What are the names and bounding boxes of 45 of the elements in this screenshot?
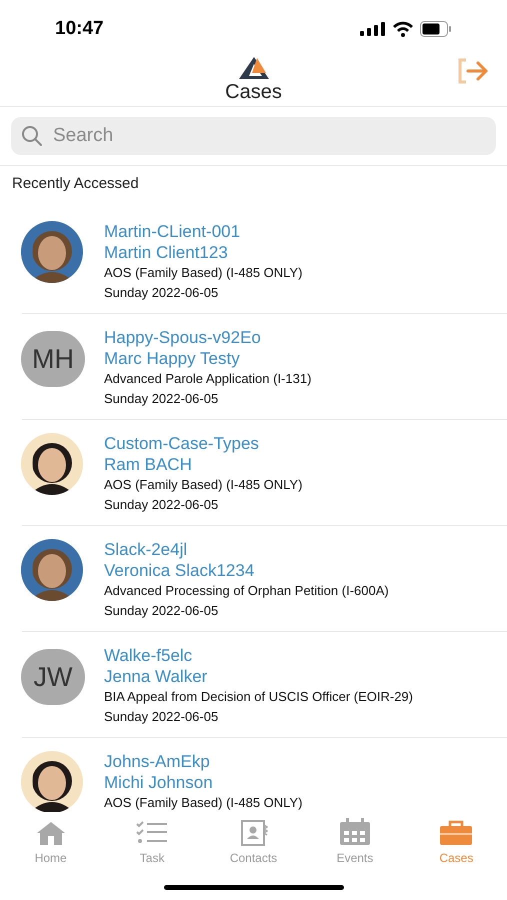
calendar-icon <box>338 818 371 846</box>
initials-avatar: JW <box>21 649 85 705</box>
status-time: 10:47 <box>55 16 104 41</box>
case-id: Custom-Case-Types <box>104 433 260 454</box>
logout-icon <box>456 58 490 84</box>
case-row[interactable]: MH Happy-Spous-v92Eo Marc Happy Testy Advanced Parole Application (I-131) Sunday 2022-06-05 <box>22 314 507 420</box>
case-row[interactable]: Slack-2e4jl Veronica Slack1234 Advanced Processing of Orphan Petition (I-600A) Sunday 2022-06-05 <box>22 526 507 632</box>
case-type: Advanced Processing of Orphan Petition (I-600A) <box>104 582 389 600</box>
case-id: Happy-Spous-v92Eo <box>104 327 262 348</box>
contact-card-icon <box>240 820 268 846</box>
case-type: AOS (Family Based) (I-485 ONLY) <box>104 476 302 494</box>
case-id: Walke-f5elc <box>104 645 194 666</box>
search-icon <box>21 125 43 147</box>
client-name: Ram BACH <box>104 454 193 475</box>
case-row[interactable]: JW Walke-f5elc Jenna Walker BIA Appeal from Decision of USCIS Officer (EOIR-29) Sunday 2022-06-05 <box>22 632 507 738</box>
case-id: Slack-2e4jl <box>104 539 188 560</box>
signal-icon <box>360 22 386 36</box>
briefcase-icon <box>439 820 474 846</box>
case-id: Johns-AmEkp <box>104 751 211 772</box>
case-row[interactable]: Martin-CLient-001 Martin Client123 AOS (Family Based) (I-485 ONLY) Sunday 2022-06-05 <box>22 208 507 314</box>
wifi-icon <box>392 21 414 37</box>
section-title: Recently Accessed <box>12 175 139 192</box>
case-type: AOS (Family Based) (I-485 ONLY) <box>104 264 302 282</box>
battery-icon <box>420 21 452 37</box>
checklist-icon <box>136 820 168 846</box>
client-name: Jenna Walker <box>104 666 208 687</box>
case-date: Sunday 2022-06-05 <box>104 708 220 726</box>
client-name: Michi Johnson <box>104 772 214 793</box>
page-title: Cases <box>225 80 282 104</box>
case-type: AOS (Family Based) (I-485 ONLY) <box>104 794 302 812</box>
search-field[interactable]: Search <box>11 117 496 155</box>
client-name: Veronica Slack1234 <box>104 560 256 581</box>
case-id: Martin-CLient-001 <box>104 221 242 242</box>
case-type: Advanced Parole Application (I-131) <box>104 370 312 388</box>
initials-avatar: MH <box>21 331 85 387</box>
home-icon <box>34 820 67 846</box>
case-date: Sunday 2022-06-05 <box>104 390 220 408</box>
case-date: Sunday 2022-06-05 <box>104 496 220 514</box>
client-name: Marc Happy Testy <box>104 348 241 369</box>
case-type: BIA Appeal from Decision of USCIS Officer (EOIR-29) <box>104 688 413 706</box>
case-date: Sunday 2022-06-05 <box>104 602 220 620</box>
case-row[interactable]: Custom-Case-Types Ram BACH AOS (Family Based) (I-485 ONLY) Sunday 2022-06-05 <box>22 420 507 526</box>
case-date: Sunday 2022-06-05 <box>104 284 220 302</box>
logo-icon <box>238 56 270 80</box>
client-name: Martin Client123 <box>104 242 229 263</box>
